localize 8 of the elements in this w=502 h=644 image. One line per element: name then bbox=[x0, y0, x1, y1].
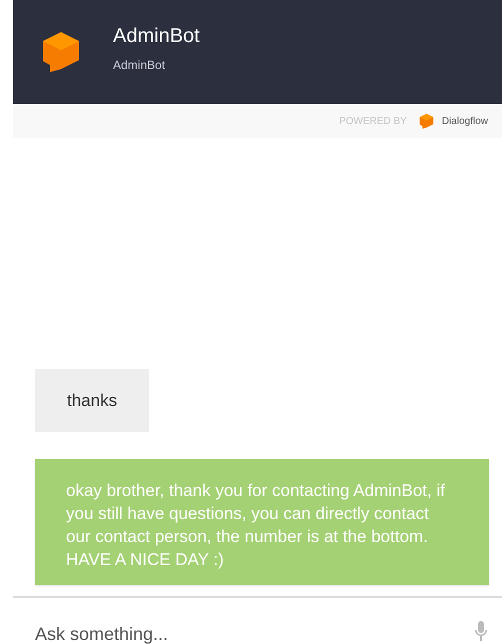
bot-message: okay brother, thank you for contacting AdminBot, if you still have questions, you can directly contact our contact person, the number is at the bottom. HAVE A NICE DAY :) bbox=[35, 459, 489, 585]
microphone-icon[interactable] bbox=[474, 620, 488, 642]
cube-logo-icon bbox=[41, 30, 81, 74]
bot-subtitle: AdminBot bbox=[113, 58, 166, 72]
bot-title: AdminBot bbox=[113, 24, 200, 48]
cube-logo-icon bbox=[418, 112, 434, 130]
user-message: thanks bbox=[35, 369, 150, 432]
brand-name: Dialogflow bbox=[442, 116, 488, 126]
